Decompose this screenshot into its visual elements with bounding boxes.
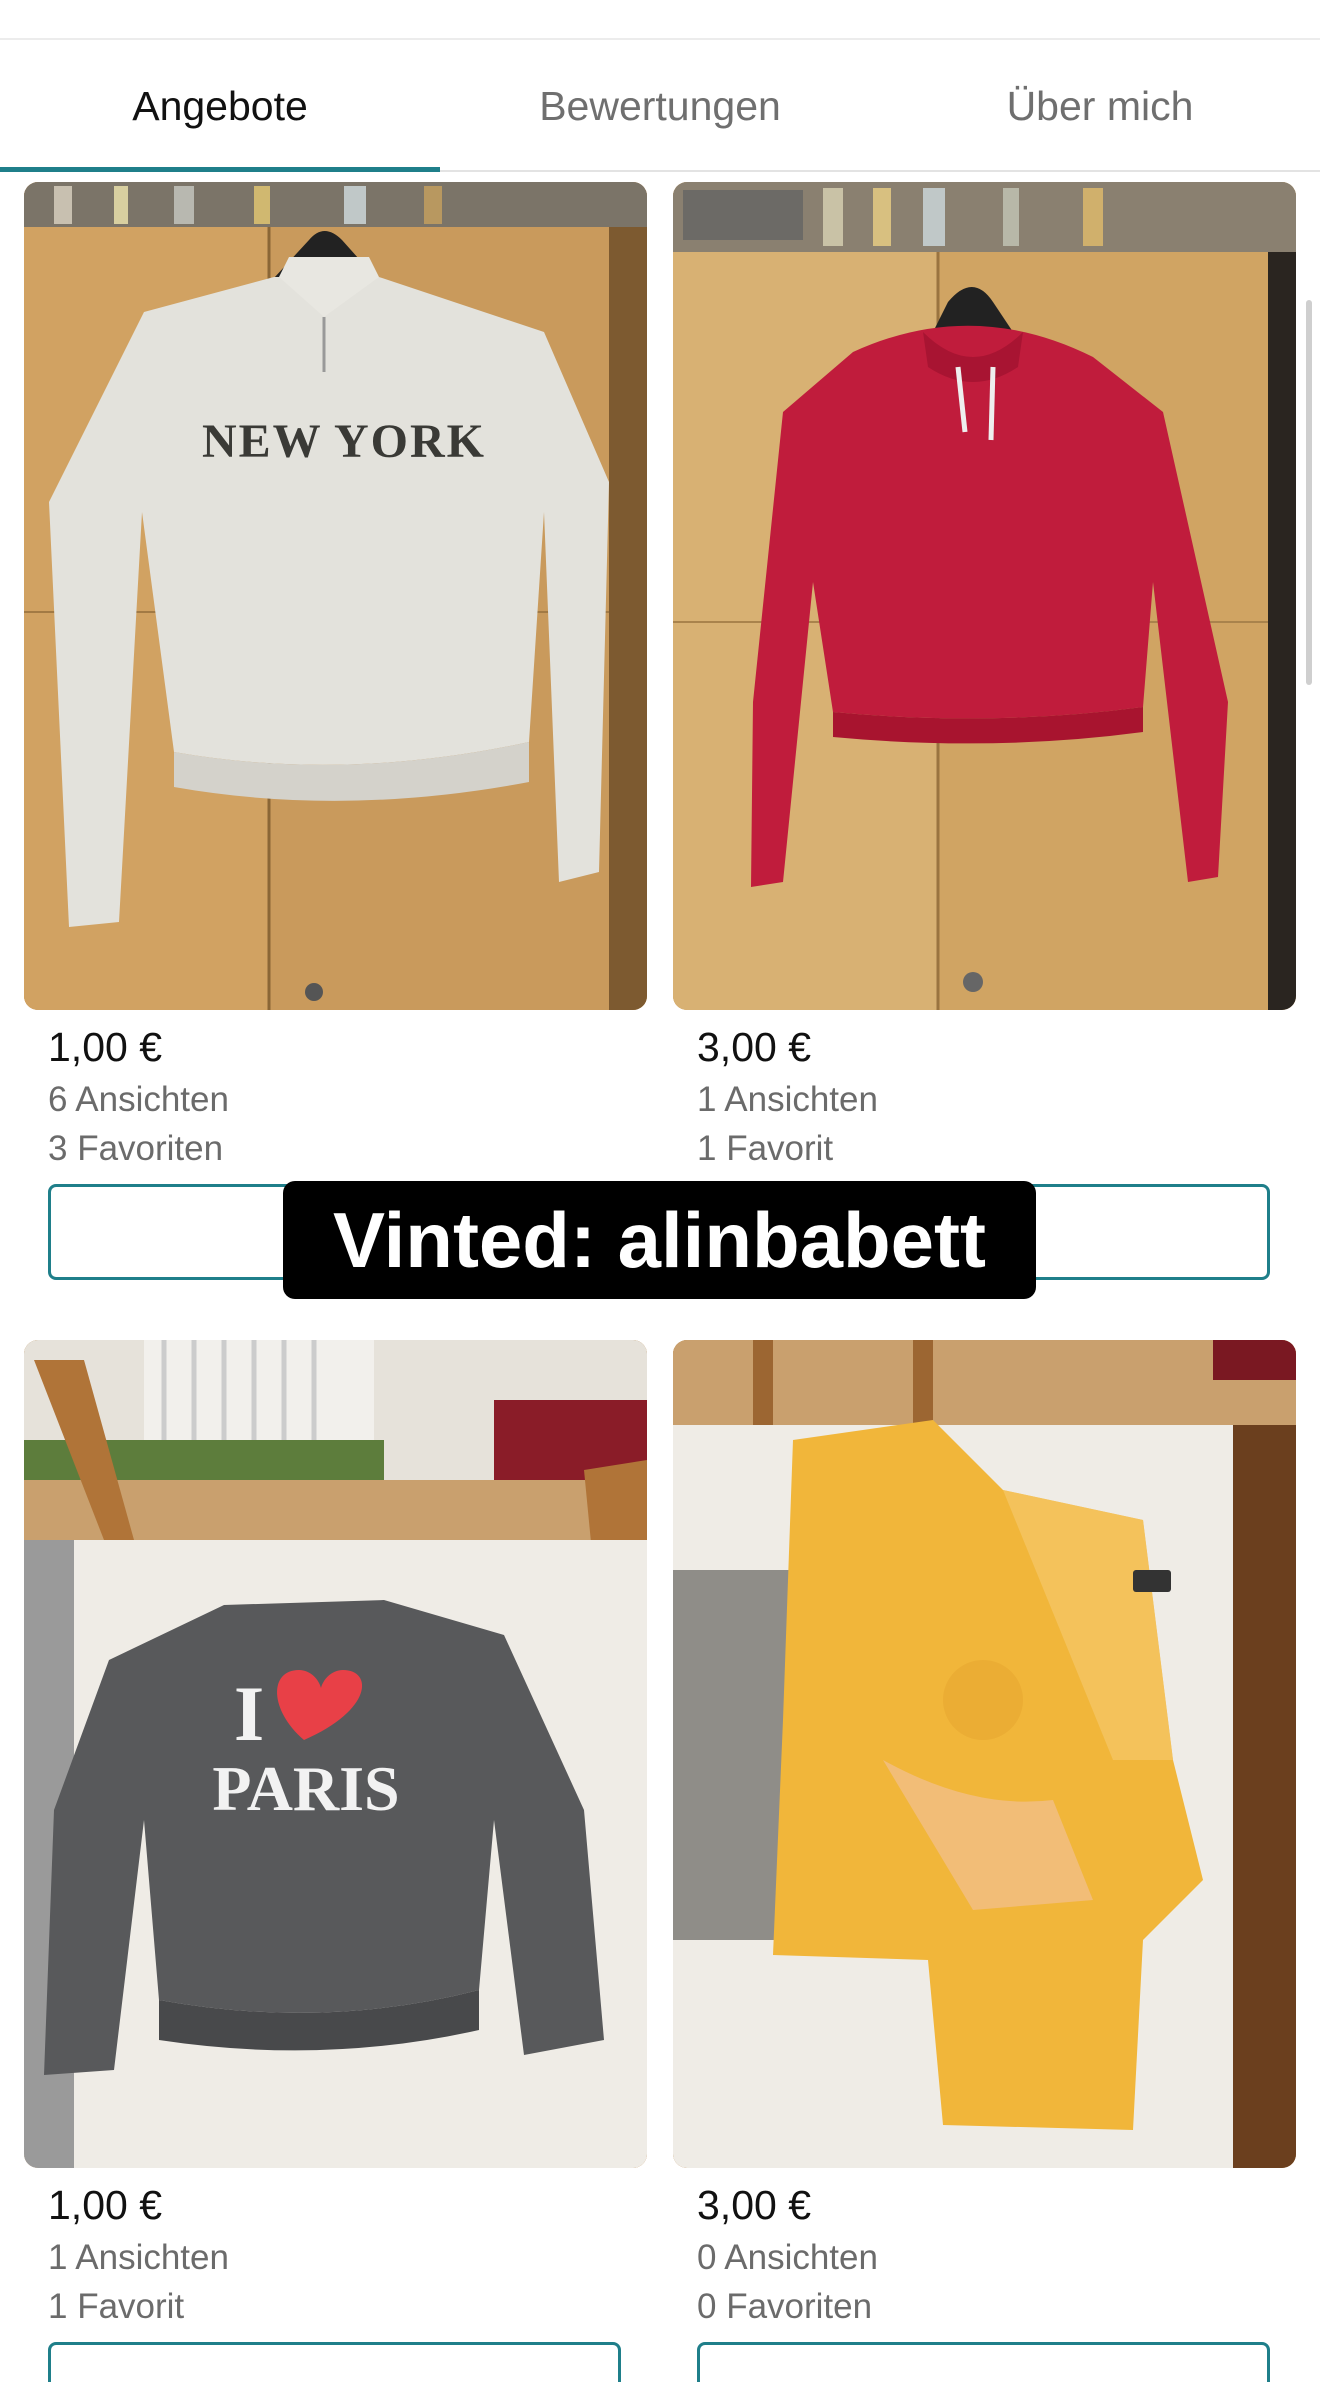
svg-text:NEW YORK: NEW YORK: [202, 415, 486, 468]
tab-label: Bewertungen: [539, 82, 781, 129]
item-views: 1 Ansichten: [697, 1080, 878, 1119]
item-favorites: 1 Favorit: [48, 2287, 185, 2326]
tab-label: Angebote: [132, 82, 308, 129]
item-price: 3,00 €: [697, 2182, 811, 2228]
profile-tabs: Angebote Bewertungen Über mich: [0, 40, 1320, 172]
item-photo[interactable]: [673, 1340, 1296, 2168]
item-action-button[interactable]: [48, 2342, 621, 2382]
item-favorites: 3 Favoriten: [48, 1129, 224, 1168]
tab-ueber-mich[interactable]: Über mich: [880, 40, 1320, 172]
item-price: 3,00 €: [697, 1024, 811, 1070]
tab-angebote[interactable]: Angebote: [0, 40, 440, 172]
item-photo[interactable]: NEW YORK: [24, 182, 647, 1010]
tab-bewertungen[interactable]: Bewertungen: [440, 40, 880, 172]
item-action-button[interactable]: [697, 2342, 1270, 2382]
item-views: 1 Ansichten: [48, 2238, 229, 2277]
item-price: 1,00 €: [48, 2182, 162, 2228]
scrollbar[interactable]: [1306, 300, 1312, 685]
item-photo[interactable]: [673, 182, 1296, 1010]
active-tab-indicator: [0, 167, 440, 172]
username-overlay: Vinted: alinbabett: [283, 1181, 1036, 1299]
item-views: 0 Ansichten: [697, 2238, 878, 2277]
item-favorites: 0 Favoriten: [697, 2287, 873, 2326]
svg-text:I: I: [234, 1670, 264, 1757]
svg-text:PARIS: PARIS: [212, 1753, 399, 1824]
item-price: 1,00 €: [48, 1024, 162, 1070]
tab-label: Über mich: [1006, 82, 1194, 129]
item-views: 6 Ansichten: [48, 1080, 229, 1119]
item-photo[interactable]: I PARIS: [24, 1340, 647, 2168]
item-favorites: 1 Favorit: [697, 1129, 834, 1168]
